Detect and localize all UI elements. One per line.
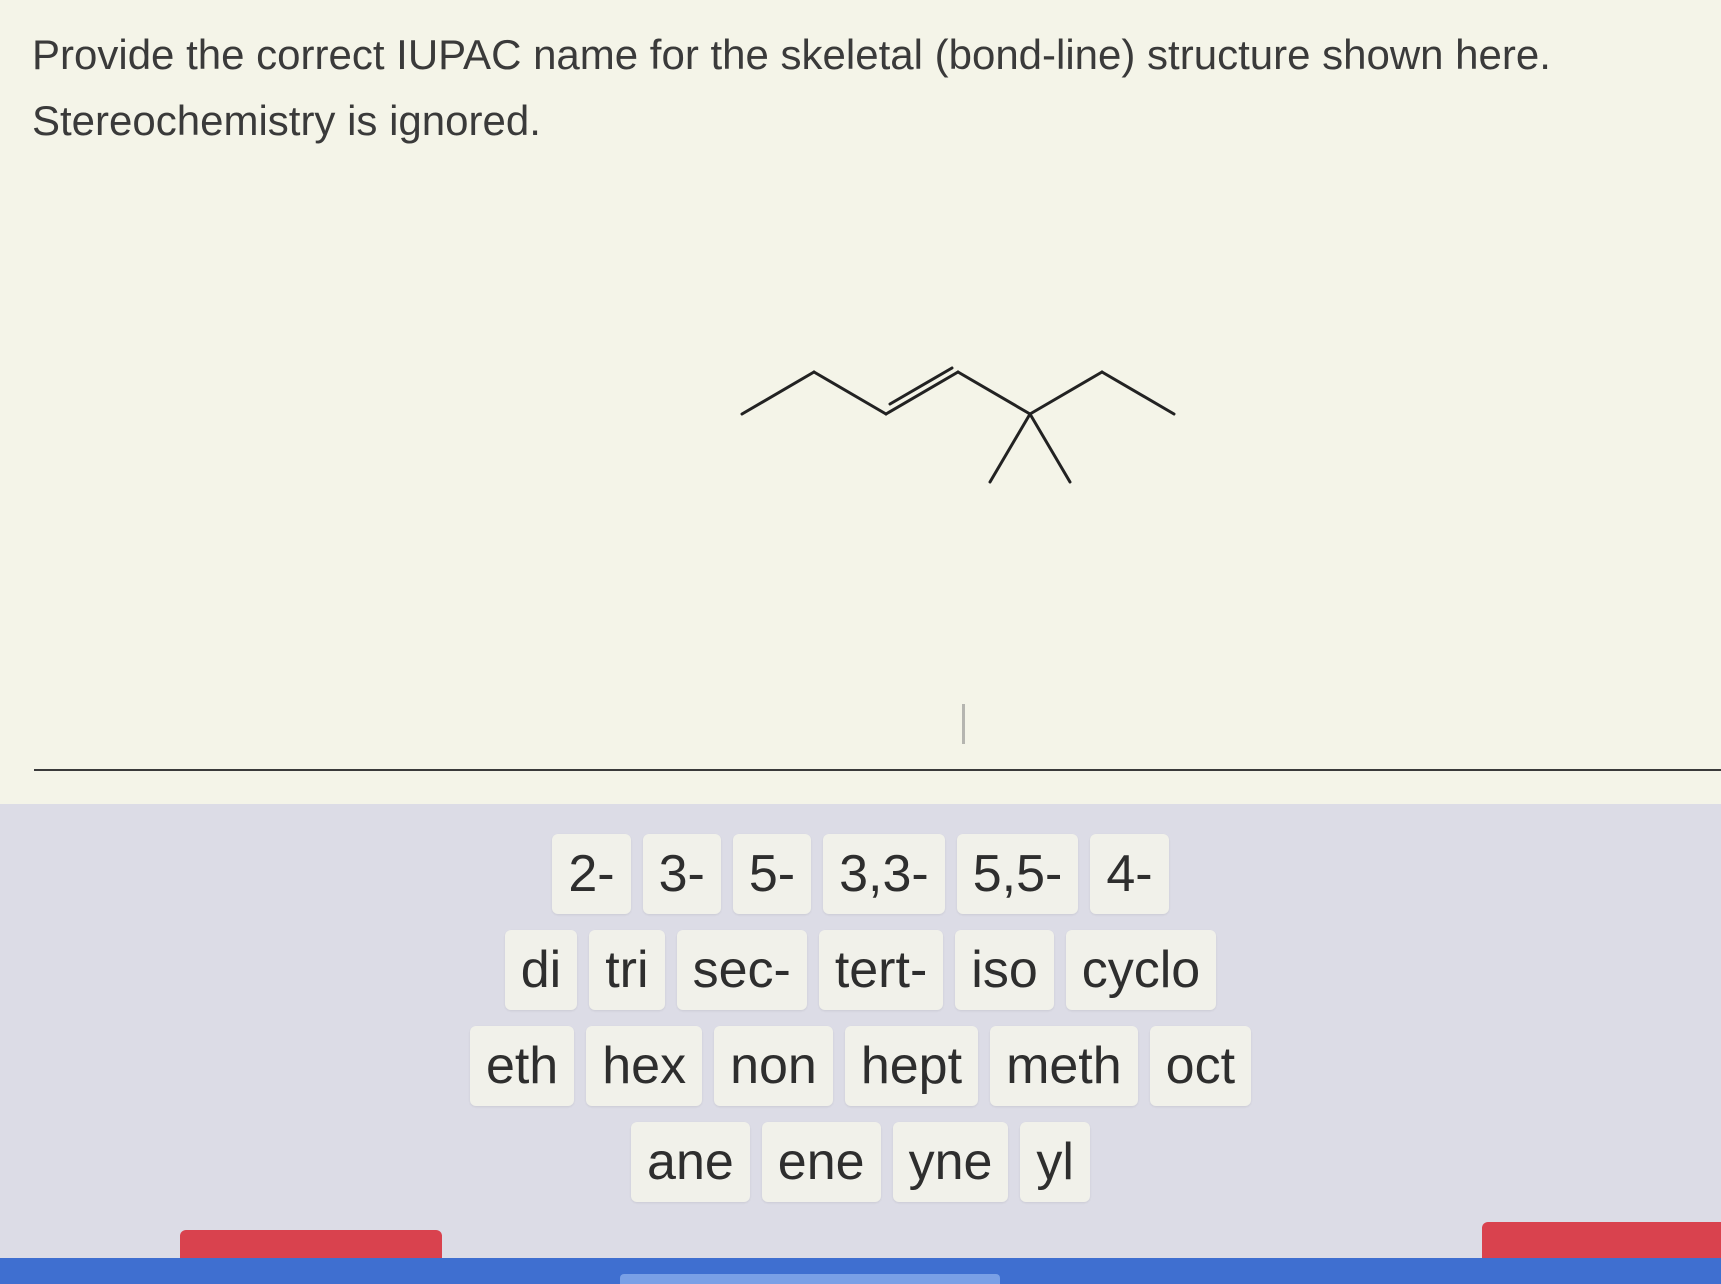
bond-c3-c4 — [884, 370, 960, 416]
term-tile[interactable]: di — [504, 930, 578, 1010]
question-line-1: Provide the correct IUPAC name for the s… — [32, 31, 1551, 78]
skeletal-structure — [740, 366, 1176, 484]
term-tile[interactable]: cyclo — [1065, 930, 1217, 1010]
question-prompt: Provide the correct IUPAC name for the s… — [32, 22, 1682, 154]
question-line-2: Stereochemistry is ignored. — [32, 97, 541, 144]
term-tile[interactable]: hept — [844, 1026, 979, 1106]
bond-c6-c7 — [1100, 370, 1176, 416]
palette-row: ane ene yne yl — [0, 1122, 1721, 1202]
term-tile[interactable]: yne — [892, 1122, 1009, 1202]
text-cursor — [962, 704, 965, 744]
term-palette: 2- 3- 5- 3,3- 5,5- 4- di tri sec-tert-iso cyclo et… — [0, 804, 1721, 1258]
palette-row: 2- 3- 5- 3,3- 5,5- 4- — [0, 834, 1721, 914]
bond-c2-c3 — [812, 370, 888, 416]
bond-c3-c4-double — [888, 366, 954, 406]
term-tile[interactable]: 3,3- — [823, 834, 945, 914]
term-tile[interactable]: 3- — [642, 834, 721, 914]
bond-c1-c2 — [740, 370, 816, 416]
bond-c5-methyl-right — [1028, 412, 1072, 484]
term-tile[interactable]: tert- — [818, 930, 944, 1010]
term-tile[interactable]: non — [714, 1026, 833, 1106]
term-tile[interactable]: eth — [469, 1026, 575, 1106]
taskbar-active-item[interactable] — [620, 1274, 1000, 1284]
term-tile[interactable]: oct — [1149, 1026, 1252, 1106]
answer-input-line[interactable] — [34, 769, 1721, 771]
bond-c5-c6 — [1028, 370, 1104, 416]
term-tile[interactable]: yl — [1020, 1122, 1090, 1202]
term-tile[interactable]: iso — [955, 930, 1054, 1010]
term-tile[interactable]: 5,5- — [956, 834, 1079, 914]
bond-c5-methyl-left — [988, 412, 1032, 484]
palette-row: eth hex non hept meth oct — [0, 1026, 1721, 1106]
bond-c4-c5 — [956, 370, 1032, 416]
term-tile[interactable]: tri — [589, 930, 665, 1010]
palette-row: di tri sec-tert-iso cyclo — [0, 930, 1721, 1010]
term-tile[interactable]: hex — [586, 1026, 703, 1106]
term-tile[interactable]: 4- — [1090, 834, 1169, 914]
term-tile[interactable]: 5- — [732, 834, 812, 914]
term-tile[interactable]: ane — [631, 1122, 750, 1202]
term-tile[interactable]: 2- — [552, 834, 631, 914]
term-tile[interactable]: ene — [761, 1122, 881, 1202]
term-tile[interactable]: sec- — [676, 930, 807, 1010]
term-tile[interactable]: meth — [990, 1026, 1138, 1106]
